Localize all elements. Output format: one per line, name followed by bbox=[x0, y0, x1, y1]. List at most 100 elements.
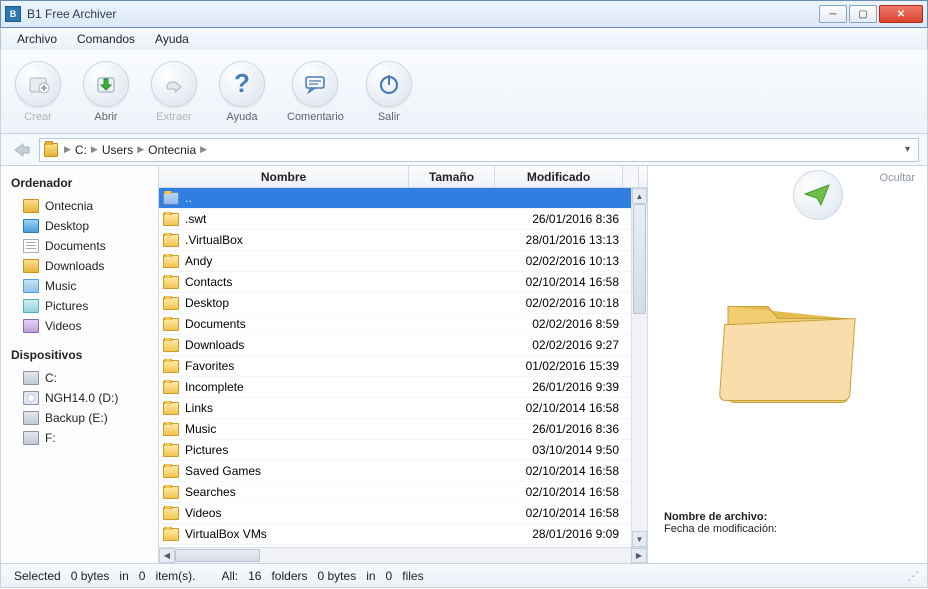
menu-help[interactable]: Ayuda bbox=[145, 30, 199, 48]
sidebar-item[interactable]: Downloads bbox=[5, 256, 154, 276]
sidebar-item[interactable]: Videos bbox=[5, 316, 154, 336]
preview-info: Nombre de archivo: Fecha de modificación… bbox=[664, 511, 915, 535]
breadcrumb-dropdown[interactable]: ▾ bbox=[901, 144, 914, 155]
ic-doc-icon bbox=[23, 239, 39, 253]
folder-icon bbox=[163, 486, 179, 499]
tool-help[interactable]: ? Ayuda bbox=[219, 61, 265, 123]
file-modified: 26/01/2016 8:36 bbox=[495, 212, 623, 226]
file-name: Desktop bbox=[185, 296, 229, 310]
breadcrumb[interactable]: ▶ C: ▶ Users ▶ Ontecnia ▶ ▾ bbox=[39, 138, 919, 162]
chevron-right-icon: ▶ bbox=[62, 144, 73, 155]
sidebar-item-label: Desktop bbox=[45, 219, 89, 233]
col-mod[interactable]: Modificado bbox=[495, 166, 623, 187]
share-button[interactable] bbox=[793, 170, 843, 220]
toolbar: Crear Abrir Extraer ? Ayuda Comentario S… bbox=[0, 50, 928, 134]
tool-exit[interactable]: Salir bbox=[366, 61, 412, 123]
file-modified: 03/10/2014 9:50 bbox=[495, 443, 623, 457]
minimize-button[interactable]: ─ bbox=[819, 5, 847, 23]
sidebar: Ordenador OntecniaDesktopDocumentsDownlo… bbox=[1, 166, 159, 563]
menu-file[interactable]: Archivo bbox=[7, 30, 67, 48]
col-name[interactable]: Nombre bbox=[159, 166, 409, 187]
scroll-down-icon[interactable]: ▼ bbox=[632, 531, 647, 547]
sidebar-item[interactable]: Music bbox=[5, 276, 154, 296]
chevron-right-icon: ▶ bbox=[198, 144, 209, 155]
col-size[interactable]: Tamaño bbox=[409, 166, 495, 187]
folder-icon bbox=[44, 143, 58, 157]
table-row[interactable]: VirtualBox VMs28/01/2016 9:09 bbox=[159, 524, 647, 545]
tool-create[interactable]: Crear bbox=[15, 61, 61, 123]
file-name: Pictures bbox=[185, 443, 228, 457]
back-button[interactable] bbox=[9, 139, 33, 161]
sidebar-item-label: Pictures bbox=[45, 299, 88, 313]
folder-icon bbox=[163, 528, 179, 541]
sidebar-device[interactable]: Backup (E:) bbox=[5, 408, 154, 428]
scroll-left-icon[interactable]: ◀ bbox=[159, 548, 175, 563]
ic-folder-icon bbox=[23, 259, 39, 273]
folder-icon bbox=[163, 339, 179, 352]
resize-grip-icon[interactable]: ⋰ bbox=[907, 569, 919, 583]
table-row[interactable]: Andy02/02/2016 10:13 bbox=[159, 251, 647, 272]
folder-icon bbox=[163, 444, 179, 457]
table-row[interactable]: Contacts02/10/2014 16:58 bbox=[159, 272, 647, 293]
table-row[interactable]: Saved Games02/10/2014 16:58 bbox=[159, 461, 647, 482]
table-row[interactable]: Pictures 03/10/2014 9:50 bbox=[159, 440, 647, 461]
preview-pane: Ocultar Nombre de archivo: Fecha de modi… bbox=[647, 166, 927, 563]
table-row[interactable]: Favorites01/02/2016 15:39 bbox=[159, 356, 647, 377]
breadcrumb-users[interactable]: Users bbox=[100, 143, 135, 157]
sidebar-device[interactable]: F: bbox=[5, 428, 154, 448]
file-modified: 02/10/2014 16:58 bbox=[495, 401, 623, 415]
sidebar-item[interactable]: Pictures bbox=[5, 296, 154, 316]
sidebar-item[interactable]: Desktop bbox=[5, 216, 154, 236]
maximize-button[interactable]: ▢ bbox=[849, 5, 877, 23]
table-row[interactable]: Incomplete26/01/2016 9:39 bbox=[159, 377, 647, 398]
file-name: Favorites bbox=[185, 359, 234, 373]
create-icon bbox=[25, 71, 51, 97]
titlebar: B B1 Free Archiver ─ ▢ ✕ bbox=[0, 0, 928, 28]
tool-comment[interactable]: Comentario bbox=[287, 61, 344, 123]
vertical-scrollbar[interactable]: ▲ ▼ bbox=[631, 188, 647, 547]
menu-commands[interactable]: Comandos bbox=[67, 30, 145, 48]
hide-link[interactable]: Ocultar bbox=[880, 172, 915, 184]
table-row[interactable]: .VirtualBox28/01/2016 13:13 bbox=[159, 230, 647, 251]
ic-desktop-icon bbox=[23, 219, 39, 233]
file-name: Videos bbox=[185, 506, 221, 520]
folder-icon bbox=[163, 465, 179, 478]
window-title: B1 Free Archiver bbox=[27, 7, 819, 21]
close-button[interactable]: ✕ bbox=[879, 5, 923, 23]
folder-preview-icon bbox=[708, 276, 868, 421]
sidebar-item-label: Music bbox=[45, 279, 76, 293]
file-modified: 28/01/2016 9:09 bbox=[495, 527, 623, 541]
comment-icon bbox=[302, 71, 328, 97]
table-row[interactable]: Links02/10/2014 16:58 bbox=[159, 398, 647, 419]
tool-extract[interactable]: Extraer bbox=[151, 61, 197, 123]
folder-icon bbox=[163, 213, 179, 226]
scroll-right-icon[interactable]: ▶ bbox=[631, 548, 647, 563]
breadcrumb-drive[interactable]: C: bbox=[73, 143, 89, 157]
table-row[interactable]: Videos02/10/2014 16:58 bbox=[159, 503, 647, 524]
table-row[interactable]: .swt26/01/2016 8:36 bbox=[159, 209, 647, 230]
table-row[interactable]: Desktop 02/02/2016 10:18 bbox=[159, 293, 647, 314]
ic-drive-icon bbox=[23, 431, 39, 445]
file-modified: 02/02/2016 10:18 bbox=[495, 296, 623, 310]
breadcrumb-ontecnia[interactable]: Ontecnia bbox=[146, 143, 198, 157]
menubar: Archivo Comandos Ayuda bbox=[0, 28, 928, 50]
table-row[interactable]: Documents02/02/2016 8:59 bbox=[159, 314, 647, 335]
col-scrollhead bbox=[623, 166, 639, 187]
sidebar-device[interactable]: NGH14.0 (D:) bbox=[5, 388, 154, 408]
sidebar-device[interactable]: C: bbox=[5, 368, 154, 388]
hscroll-thumb[interactable] bbox=[175, 549, 260, 562]
table-row[interactable]: Downloads02/02/2016 9:27 bbox=[159, 335, 647, 356]
sidebar-item[interactable]: Ontecnia bbox=[5, 196, 154, 216]
table-row[interactable]: .. bbox=[159, 188, 647, 209]
folder-icon bbox=[163, 318, 179, 331]
scroll-up-icon[interactable]: ▲ bbox=[632, 188, 647, 204]
sidebar-item[interactable]: Documents bbox=[5, 236, 154, 256]
folder-icon bbox=[163, 360, 179, 373]
folder-icon bbox=[163, 255, 179, 268]
ic-cd-icon bbox=[23, 391, 39, 405]
scroll-thumb[interactable] bbox=[633, 204, 646, 314]
table-row[interactable]: Music26/01/2016 8:36 bbox=[159, 419, 647, 440]
tool-open[interactable]: Abrir bbox=[83, 61, 129, 123]
table-row[interactable]: Searches02/10/2014 16:58 bbox=[159, 482, 647, 503]
horizontal-scrollbar[interactable]: ◀ ▶ bbox=[159, 547, 647, 563]
